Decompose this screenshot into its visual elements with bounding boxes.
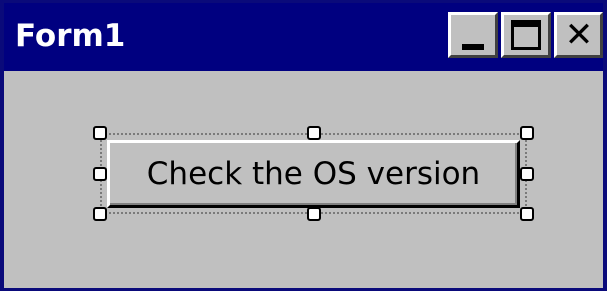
check-os-version-button-label: Check the OS version [146,156,481,192]
resize-handle-middle-right[interactable] [520,167,534,181]
title-bar[interactable]: Form1 ✕ [4,3,603,71]
resize-handle-top-right[interactable] [520,126,534,140]
resize-handle-top-center[interactable] [307,126,321,140]
resize-handle-middle-left[interactable] [93,167,107,181]
resize-handle-bottom-left[interactable] [93,207,107,221]
minimize-button[interactable] [448,12,498,58]
resize-handle-top-left[interactable] [93,126,107,140]
maximize-button[interactable] [501,12,551,58]
window-title: Form1 [15,18,126,54]
resize-handle-bottom-right[interactable] [520,207,534,221]
resize-handle-bottom-center[interactable] [307,207,321,221]
close-icon: ✕ [564,15,594,55]
maximize-icon [511,20,541,50]
check-os-version-button[interactable]: Check the OS version [107,140,520,208]
minimize-icon [462,44,484,50]
close-button[interactable]: ✕ [554,12,603,58]
